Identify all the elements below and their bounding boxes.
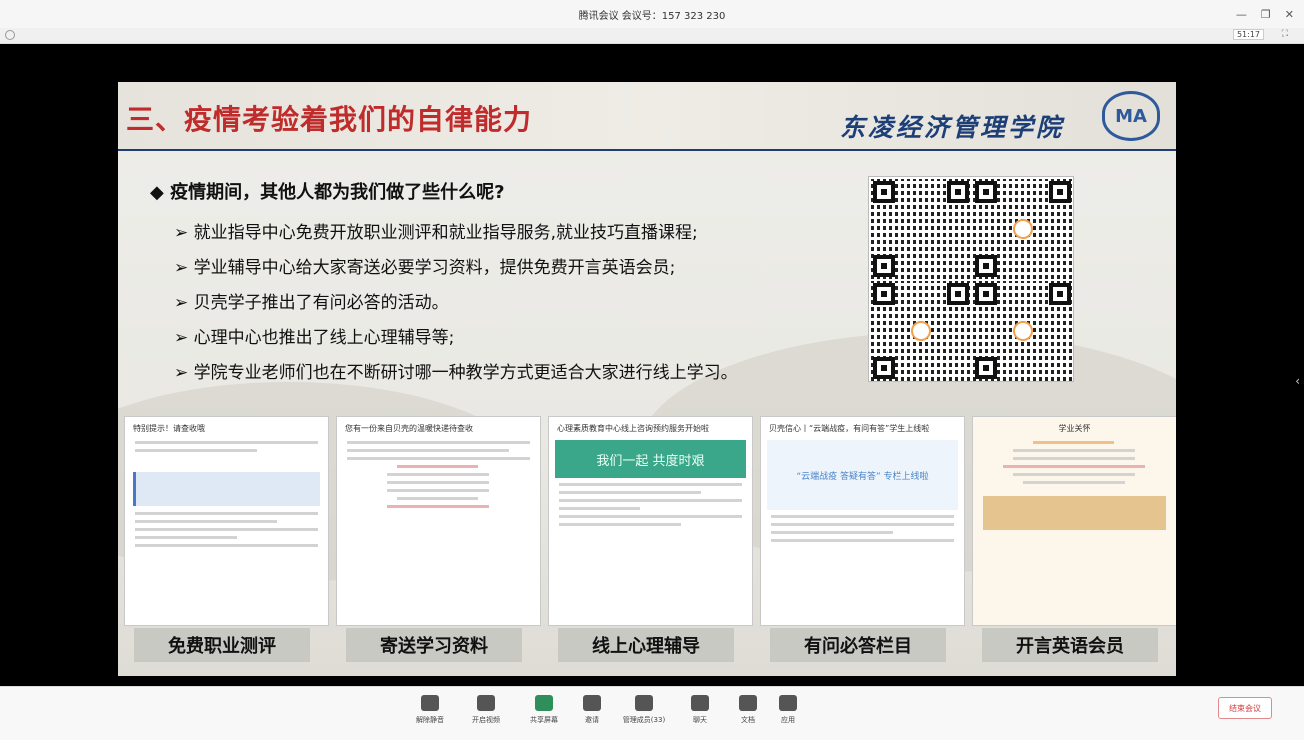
- invite-button[interactable]: 邀请: [572, 695, 612, 725]
- bullet-text: 贝壳学子推出了有问必答的活动。: [193, 293, 449, 313]
- invite-icon: [583, 695, 601, 711]
- apps-button[interactable]: 应用: [768, 695, 808, 725]
- toolbar-label: 聊天: [693, 716, 707, 724]
- mic-muted-icon: [421, 695, 439, 711]
- english-membership-screenshot: 学业关怀: [972, 416, 1176, 626]
- close-icon[interactable]: ✕: [1285, 8, 1294, 21]
- qr-code: [871, 281, 971, 381]
- school-logo: MA: [1102, 91, 1160, 141]
- shared-screen-area: 三、疫情考验着我们的自律能力 东凌经济管理学院 MA ◆ 疫情期间，其他人都为我…: [0, 44, 1304, 686]
- bullet-item: ➢ 心理中心也推出了线上心理辅导等;: [174, 328, 455, 348]
- toolbar-label: 管理成员(33): [622, 716, 666, 724]
- toolbar-label: 邀请: [585, 716, 599, 724]
- minimize-icon[interactable]: —: [1236, 8, 1247, 21]
- unmute-button[interactable]: 解除静音: [410, 695, 450, 725]
- card-header-text: 特别提示！请查收哦: [133, 424, 205, 433]
- study-materials-screenshot: 您有一份来自贝壳的温暖快递待查收: [336, 416, 541, 626]
- card-banner: “云端战疫 答疑有答” 专栏上线啦: [767, 440, 958, 510]
- card-caption: 线上心理辅导: [558, 628, 734, 662]
- bullet-item: ➢ 学业辅导中心给大家寄送必要学习资料，提供免费开言英语会员;: [174, 258, 676, 278]
- title-bar: 腾讯会议 会议号：157 323 230 — ❐ ✕: [0, 0, 1304, 28]
- bullet-text: 学院专业老师们也在不断研讨哪一种教学方式更适合大家进行线上学习。: [193, 363, 738, 383]
- card-caption: 免费职业测评: [134, 628, 310, 662]
- career-test-screenshot: 特别提示！请查收哦: [124, 416, 329, 626]
- screenshot-cards: 特别提示！请查收哦 免费职业测评 您有一份来自贝壳的温暖快递待查收 寄送学习资料…: [124, 414, 1176, 670]
- meeting-info-bar: 51:17 ⛶: [0, 28, 1304, 44]
- toolbar-label: 应用: [781, 716, 795, 724]
- chat-button[interactable]: 聊天: [680, 695, 720, 725]
- qr-code-grid: [868, 176, 1074, 382]
- start-video-button[interactable]: 开启视频: [466, 695, 506, 725]
- qr-code: [973, 281, 1073, 381]
- manage-members-button[interactable]: 管理成员(33): [618, 695, 670, 725]
- share-screen-button[interactable]: 共享屏幕: [524, 695, 564, 725]
- slide-title: 三、疫情考验着我们的自律能力: [126, 103, 533, 136]
- document-button[interactable]: 文档: [728, 695, 768, 725]
- card-caption: 有问必答栏目: [770, 628, 946, 662]
- members-icon: [635, 695, 653, 711]
- toolbar-label: 共享屏幕: [530, 716, 558, 724]
- end-meeting-button[interactable]: 结束会议: [1218, 697, 1272, 719]
- question-text: 疫情期间，其他人都为我们做了些什么呢?: [170, 182, 505, 203]
- restore-icon[interactable]: ❐: [1261, 8, 1271, 21]
- bullet-text: 学业辅导中心给大家寄送必要学习资料，提供免费开言英语会员;: [193, 258, 676, 278]
- card-header-text: 学业关怀: [1058, 424, 1091, 433]
- card-header-text: 贝壳信心丨“云端战疫，有问有答”学生上线啦: [769, 424, 930, 433]
- apps-icon: [779, 695, 797, 711]
- qa-column-screenshot: 贝壳信心丨“云端战疫，有问有答”学生上线啦 “云端战疫 答疑有答” 专栏上线啦: [760, 416, 965, 626]
- school-name: 东凌经济管理学院: [840, 113, 1065, 142]
- toolbar-label: 文档: [741, 716, 755, 724]
- card-caption: 寄送学习资料: [346, 628, 522, 662]
- chevron-left-icon[interactable]: ‹: [1295, 374, 1300, 388]
- header-divider: [118, 149, 1176, 151]
- fullscreen-icon[interactable]: ⛶: [1282, 29, 1288, 39]
- qr-code: [973, 179, 1073, 279]
- chat-icon: [691, 695, 709, 711]
- card-caption: 开言英语会员: [982, 628, 1158, 662]
- window-title: 腾讯会议 会议号：157 323 230: [578, 10, 726, 22]
- share-screen-icon: [535, 695, 553, 711]
- question-heading: ◆ 疫情期间，其他人都为我们做了些什么呢?: [150, 182, 505, 203]
- card-banner: 我们一起 共度时艰: [555, 440, 746, 478]
- card-header-text: 您有一份来自贝壳的温暖快递待查收: [345, 424, 473, 433]
- meeting-toolbar: 解除静音 开启视频 共享屏幕 邀请 管理成员(33) 聊天 文档 应用 结束会议: [0, 686, 1304, 740]
- bullet-text: 心理中心也推出了线上心理辅导等;: [193, 328, 455, 348]
- membership-card-image: [983, 496, 1166, 530]
- bullet-text: 就业指导中心免费开放职业测评和就业指导服务,就业技巧直播课程;: [193, 223, 698, 243]
- bullet-item: ➢ 贝壳学子推出了有问必答的活动。: [174, 293, 449, 313]
- card-header-text: 心理素质教育中心线上咨询预约服务开始啦: [557, 424, 709, 433]
- qr-code: [871, 179, 971, 279]
- document-icon: [739, 695, 757, 711]
- meeting-window: 腾讯会议 会议号：157 323 230 — ❐ ✕ 51:17 ⛶ 三、疫情考…: [0, 0, 1304, 740]
- meeting-timer: 51:17: [1232, 29, 1264, 40]
- toolbar-label: 解除静音: [416, 716, 444, 724]
- security-icon[interactable]: [5, 30, 15, 40]
- bullet-item: ➢ 学院专业老师们也在不断研讨哪一种教学方式更适合大家进行线上学习。: [174, 363, 738, 383]
- toolbar-label: 开启视频: [472, 716, 500, 724]
- bullet-item: ➢ 就业指导中心免费开放职业测评和就业指导服务,就业技巧直播课程;: [174, 223, 698, 243]
- camera-off-icon: [477, 695, 495, 711]
- presentation-slide: 三、疫情考验着我们的自律能力 东凌经济管理学院 MA ◆ 疫情期间，其他人都为我…: [118, 82, 1176, 676]
- psych-counseling-screenshot: 心理素质教育中心线上咨询预约服务开始啦 我们一起 共度时艰: [548, 416, 753, 626]
